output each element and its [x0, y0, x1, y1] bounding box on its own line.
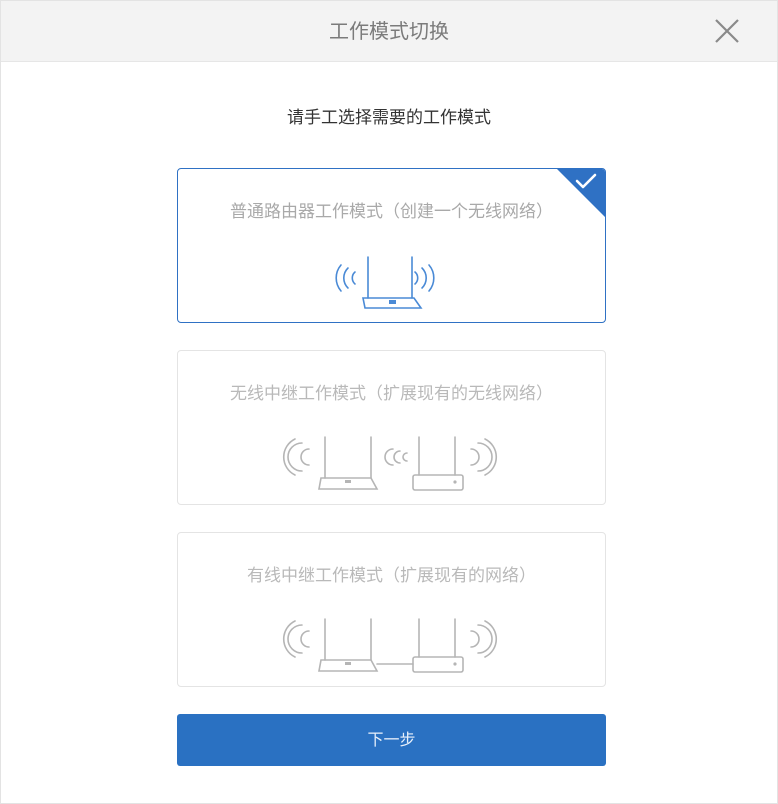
mode-card-wireless-repeater[interactable]: 无线中继工作模式（扩展现有的无线网络） [177, 350, 606, 505]
selected-check-icon [557, 169, 605, 217]
router-wifi-icon [335, 256, 435, 309]
instruction-text: 请手工选择需要的工作模式 [287, 108, 491, 128]
dialog-header: 工作模式切换 [1, 1, 777, 62]
mode-switch-dialog: 工作模式切换 请手工选择需要的工作模式 普通路由器工作模式（创建一个无线网络） [0, 0, 778, 804]
close-icon[interactable] [713, 17, 741, 45]
wired-repeater-icon [282, 618, 498, 673]
mode-card-wired-repeater[interactable]: 有线中继工作模式（扩展现有的网络） [177, 532, 606, 687]
dialog-title: 工作模式切换 [329, 19, 449, 43]
next-step-button[interactable]: 下一步 [177, 714, 606, 766]
mode-card-router[interactable]: 普通路由器工作模式（创建一个无线网络） [177, 168, 606, 323]
wireless-repeater-icon [282, 436, 498, 491]
